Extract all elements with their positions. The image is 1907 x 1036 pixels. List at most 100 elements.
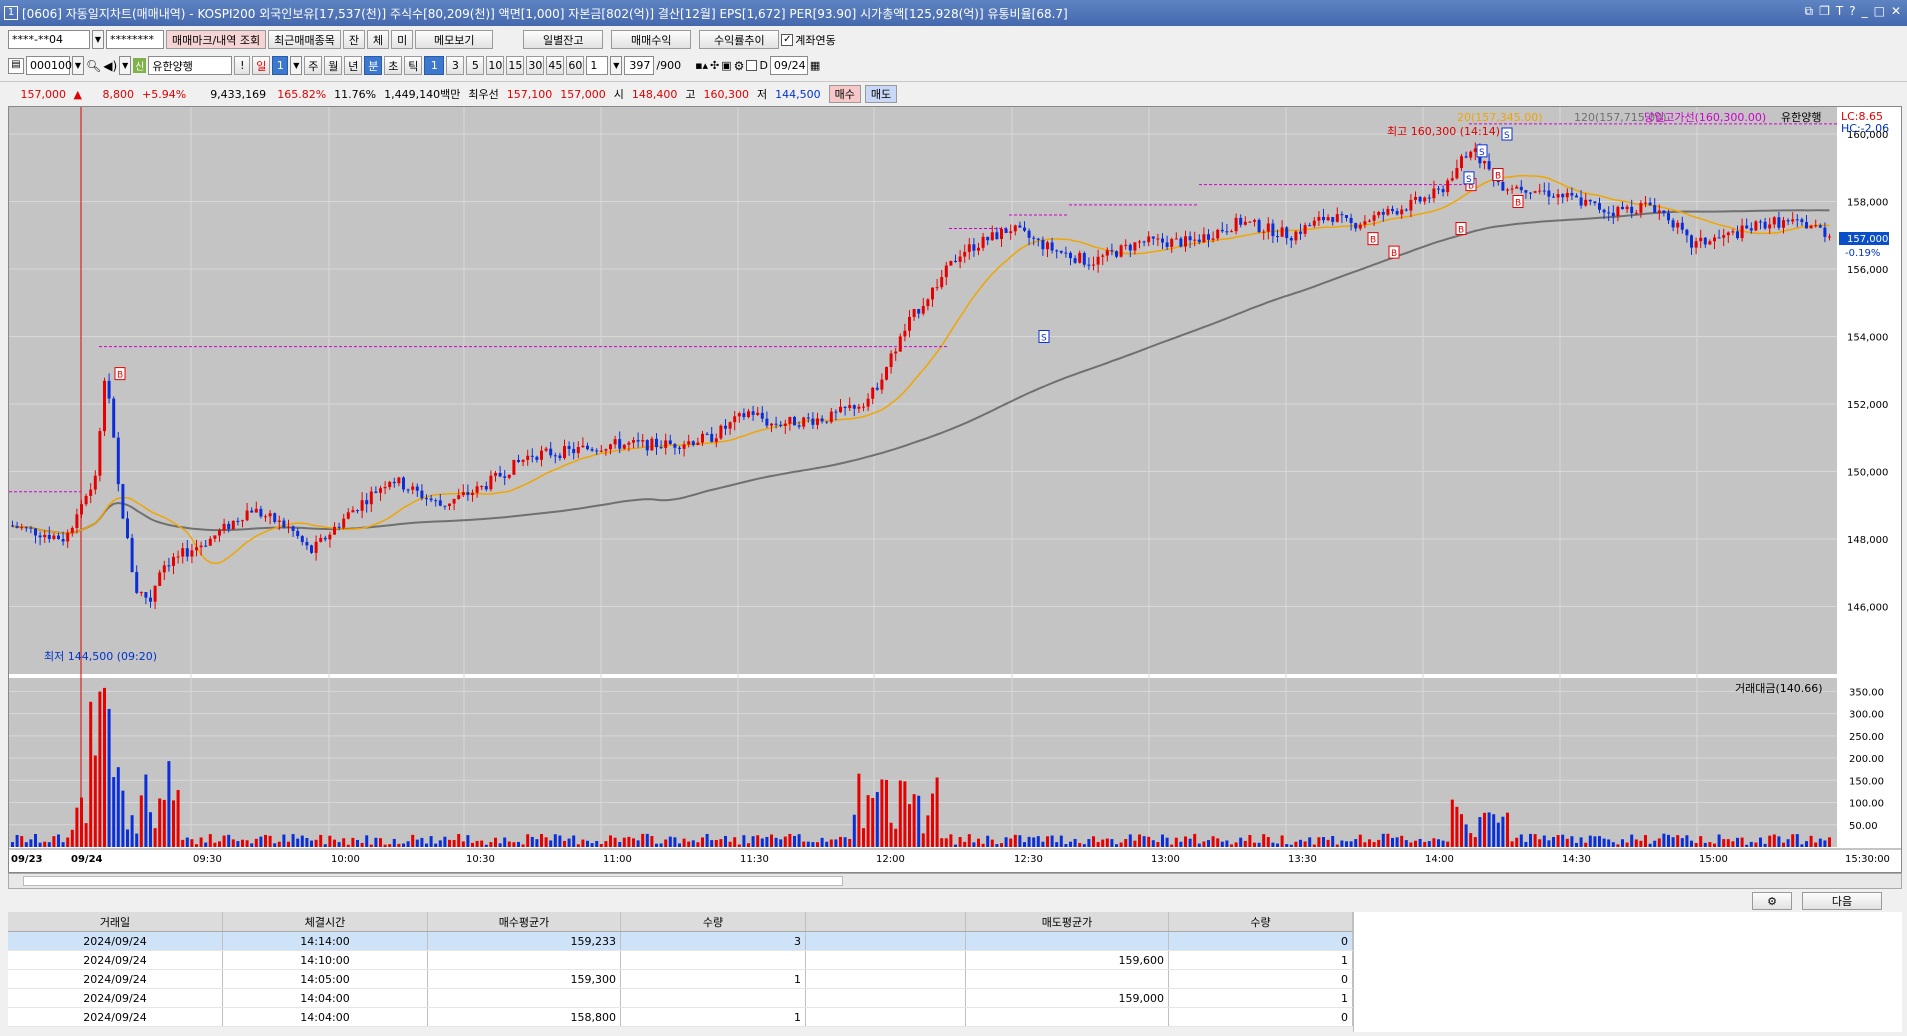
candle-body (1768, 224, 1772, 229)
minute-3-button[interactable]: 3 (446, 56, 465, 75)
tab-month[interactable]: 월 (324, 56, 343, 75)
buy-button[interactable]: 매수 (828, 85, 861, 103)
candle-body (1294, 231, 1298, 241)
day-dropdown-icon[interactable]: ▼ (290, 56, 303, 75)
minute-60-button[interactable]: 60 (566, 56, 585, 75)
close-icon[interactable]: ✕ (1891, 4, 1901, 19)
table-row[interactable]: 2024/09/24 14:05:00 159,300 1 0 (8, 970, 1353, 989)
gear-icon[interactable]: ⚙ (1752, 892, 1792, 910)
recent-items-button[interactable]: 최근매매종목 (268, 30, 341, 49)
interval-dropdown-icon[interactable]: ▼ (610, 56, 623, 75)
speaker-dropdown-icon[interactable]: ▼ (119, 56, 132, 75)
day-button[interactable]: 일 (252, 56, 271, 75)
table-row[interactable]: 2024/09/24 14:10:00 159,600 1 (8, 951, 1353, 970)
candle-body (1009, 231, 1013, 233)
volume-bar (369, 844, 373, 847)
font-icon[interactable]: T (1836, 4, 1843, 19)
minute-5-button[interactable]: 5 (466, 56, 485, 75)
volume-bar (1381, 833, 1385, 847)
candle-body (1312, 220, 1316, 226)
stock-name-field[interactable]: 유한양행 (148, 56, 233, 75)
candle-body (1722, 235, 1726, 238)
candle-body (1055, 250, 1059, 252)
account-dropdown-icon[interactable]: ▼ (92, 30, 104, 49)
next-button[interactable]: 다음 (1802, 892, 1882, 910)
volume-bar (636, 840, 640, 847)
table-cell: 2024/09/24 (8, 1008, 223, 1026)
balance-button[interactable]: 잔 (342, 30, 366, 49)
volume-bar (135, 833, 139, 847)
sell-button[interactable]: 매도 (864, 85, 898, 103)
candle-body (1161, 238, 1164, 243)
settings-icon[interactable]: ⚙ (734, 59, 745, 73)
volume-bar (1124, 839, 1128, 847)
search-icon[interactable]: 🔍︎ (86, 59, 101, 73)
candle-body (1211, 238, 1215, 240)
candle-body (1184, 236, 1187, 247)
date-input[interactable]: 09/24 (769, 56, 808, 75)
chart-type-icon[interactable]: ▤ (8, 57, 24, 74)
tab-minute[interactable]: 분 (364, 56, 383, 75)
account-input[interactable]: ****-**04 (8, 30, 90, 49)
day-count-button[interactable]: 1 (272, 56, 289, 75)
candle-body (908, 316, 911, 331)
table-cell (428, 989, 621, 1007)
interval-input[interactable]: 1 (586, 56, 609, 75)
account-link-checkbox[interactable]: ✓ (781, 33, 794, 46)
cross-icon[interactable]: ✣ (710, 59, 719, 72)
indicator-icon[interactable]: ▪▴ (695, 59, 708, 72)
trade-profit-button[interactable]: 매매수익 (611, 30, 692, 49)
maximize-icon[interactable]: □ (1874, 4, 1885, 19)
trade-mark-button[interactable]: 매매마크/내역 조회 (166, 30, 267, 49)
candle-body (1197, 239, 1201, 243)
candle-body (673, 444, 677, 448)
volume-bar (333, 839, 336, 847)
candle-body (1570, 192, 1574, 196)
copy-icon[interactable]: ❐ (1819, 4, 1830, 19)
date-checkbox[interactable] (746, 60, 758, 71)
count-input[interactable]: 397 (624, 56, 655, 75)
candle-body (1791, 219, 1795, 222)
minute-45-button[interactable]: 45 (546, 56, 565, 75)
link-icon[interactable]: ⧉ (1805, 4, 1814, 19)
tab-week[interactable]: 주 (304, 56, 323, 75)
profit-trend-button[interactable]: 수익률추이 (699, 30, 780, 49)
scroll-thumb[interactable] (23, 876, 843, 886)
volume-bar (1271, 842, 1275, 847)
stock-code-input[interactable]: 000100 (26, 56, 72, 75)
daily-balance-button[interactable]: 일별잔고 (523, 30, 604, 49)
password-input[interactable]: ******** (106, 30, 164, 49)
minute-1-button[interactable]: 1 (424, 56, 445, 75)
unfilled-button[interactable]: 미 (391, 30, 414, 49)
volume-bar (1510, 841, 1514, 847)
tab-tick[interactable]: 틱 (404, 56, 423, 75)
volume-bar (1096, 842, 1100, 847)
save-icon[interactable]: ▣ (721, 59, 731, 72)
speaker-icon[interactable]: ◀) (103, 59, 117, 73)
table-row[interactable]: 2024/09/24 14:04:00 159,000 1 (8, 989, 1353, 1008)
executed-button[interactable]: 체 (367, 30, 390, 49)
alert-button[interactable]: ! (234, 56, 251, 75)
help-icon[interactable]: ? (1849, 4, 1855, 19)
table-row[interactable]: 2024/09/24 14:04:00 158,800 1 0 (8, 1008, 1353, 1027)
table-row[interactable]: 2024/09/24 14:14:00 159,233 3 0 (8, 932, 1353, 951)
volume-bar (392, 838, 396, 847)
chart-scrollbar[interactable] (8, 873, 1902, 889)
minimize-icon[interactable]: _ (1862, 4, 1868, 19)
candle-body (52, 535, 56, 539)
chart-svg[interactable]: BSBBBBSSBBS 20(157,345.00) 120(157,715.0… (9, 107, 1901, 872)
code-dropdown-icon[interactable]: ▼ (72, 56, 84, 75)
volume-bar (1487, 812, 1491, 847)
minute-15-button[interactable]: 15 (506, 56, 525, 75)
calendar-icon[interactable]: ▦ (810, 59, 820, 72)
minute-30-button[interactable]: 30 (526, 56, 545, 75)
minute-10-button[interactable]: 10 (486, 56, 505, 75)
volume-bar (1736, 837, 1739, 847)
tab-second[interactable]: 초 (384, 56, 403, 75)
memo-button[interactable]: 메모보기 (415, 30, 494, 49)
chart-area[interactable]: BSBBBBSSBBS 20(157,345.00) 120(157,715.0… (8, 106, 1902, 873)
tab-year[interactable]: 년 (344, 56, 363, 75)
volume-bar (1101, 839, 1105, 847)
time-axis-label: 15:00 (1699, 854, 1728, 865)
volume-bar (466, 835, 470, 847)
